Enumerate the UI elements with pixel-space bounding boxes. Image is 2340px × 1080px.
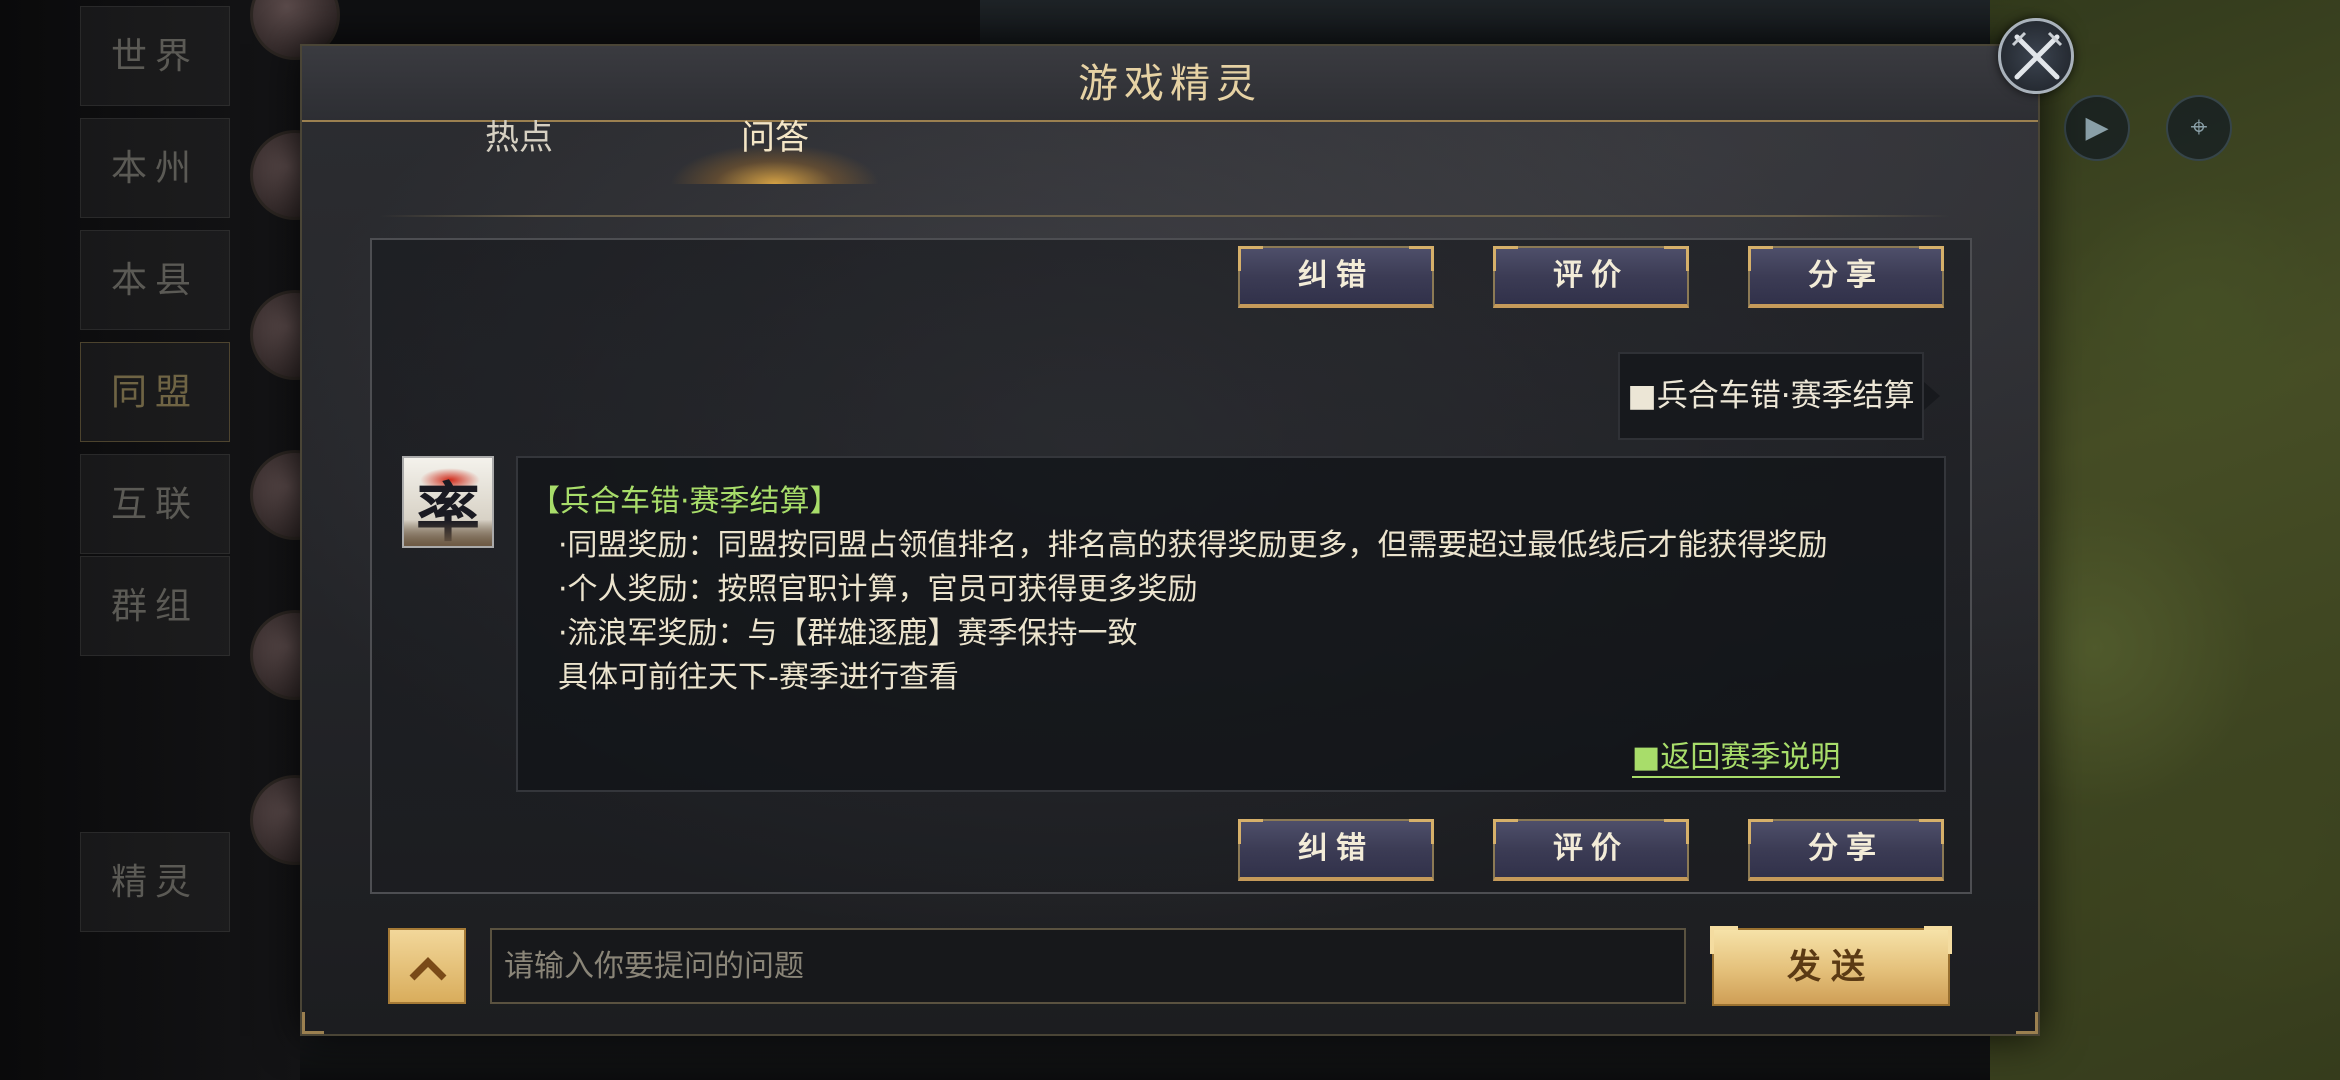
expand-button[interactable] [388, 928, 466, 1004]
location-pin-icon[interactable]: ⌖ [2166, 95, 2232, 161]
chevron-up-icon [409, 957, 447, 981]
close-button[interactable] [1998, 18, 2074, 94]
map-overlay [1990, 0, 2340, 1080]
rate-button[interactable]: 评价 [1493, 819, 1689, 881]
channel-group[interactable]: 群组 [80, 556, 230, 656]
send-button[interactable]: 发送 [1710, 926, 1952, 1006]
back-to-season-link[interactable]: ■返回赛季说明 [1632, 740, 1841, 778]
user-message-bubble[interactable]: ■兵合车错·赛季结算 [1618, 352, 1940, 440]
tab-divider [380, 215, 1950, 217]
bottom-menu-bar [300, 1030, 1990, 1080]
tab-qa-label: 问答 [741, 118, 809, 158]
answer-title: 【兵合车错·赛季结算】 [530, 484, 840, 519]
tab-hotspot-label: 热点 [485, 118, 553, 158]
bot-avatar: 率 [402, 456, 494, 548]
correct-error-button[interactable]: 纠错 [1238, 819, 1434, 881]
answer-line: ·个人奖励：按照官职计算，官员可获得更多奖励 [558, 572, 1198, 607]
crossed-swords-icon [2011, 31, 2063, 80]
channel-interconnect[interactable]: 互联 [80, 454, 230, 554]
corner-ornament [2016, 1012, 2038, 1034]
channel-sprite[interactable]: 精灵 [80, 832, 230, 932]
answer-line: ·流浪军奖励：与【群雄逐鹿】赛季保持一致 [558, 616, 1138, 651]
tab-qa[interactable]: 问答 [670, 108, 880, 218]
play-icon[interactable]: ▶ [2064, 95, 2130, 161]
bot-answer-bubble: 【兵合车错·赛季结算】 ·同盟奖励：同盟按同盟占领值排名，排名高的获得奖励更多，… [516, 456, 1946, 792]
rate-button[interactable]: 评价 [1493, 246, 1689, 308]
channel-world[interactable]: 世界 [80, 6, 230, 106]
question-input[interactable] [490, 928, 1686, 1004]
correct-error-button[interactable]: 纠错 [1238, 246, 1434, 308]
answer-line: 具体可前往天下-赛季进行查看 [558, 660, 959, 695]
channel-alliance[interactable]: 同盟 [80, 342, 230, 442]
tab-hotspot[interactable]: 热点 [414, 108, 624, 218]
channel-county[interactable]: 本县 [80, 230, 230, 330]
corner-ornament [302, 1012, 324, 1034]
share-button[interactable]: 分享 [1748, 819, 1944, 881]
share-button[interactable]: 分享 [1748, 246, 1944, 308]
avatar-cavalry [404, 520, 492, 546]
resource-bar [980, 0, 1990, 44]
answer-line: ·同盟奖励：同盟按同盟占领值排名，排名高的获得奖励更多，但需要超过最低线后才能获… [558, 528, 1828, 563]
channel-state[interactable]: 本州 [80, 118, 230, 218]
